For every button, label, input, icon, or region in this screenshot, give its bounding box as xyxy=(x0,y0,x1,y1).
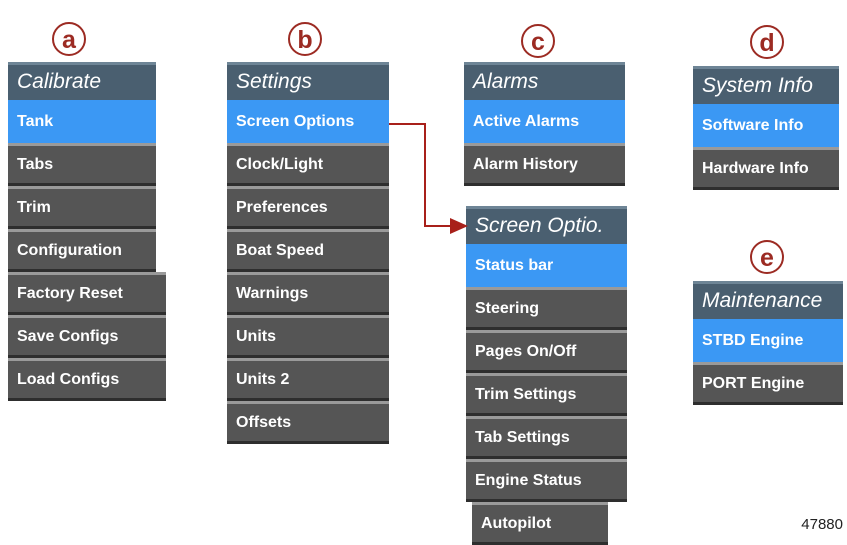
arrowhead-icon xyxy=(450,218,468,234)
figure-number: 47880 xyxy=(801,516,843,533)
connector-arrow xyxy=(389,123,468,234)
connector-line xyxy=(389,123,452,227)
